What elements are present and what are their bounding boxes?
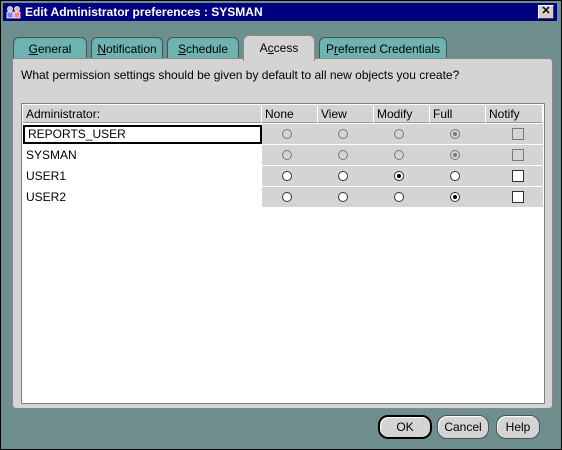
radio-view (338, 129, 348, 139)
table-row[interactable]: USER1 (22, 166, 543, 186)
access-tab-panel: What permission settings should be given… (12, 58, 553, 409)
administrator-name-cell[interactable]: SYSMAN (23, 146, 262, 165)
column-header-modify[interactable]: Modify (374, 105, 430, 123)
tab-preferred-credentials[interactable]: Preferred Credentials (319, 37, 447, 59)
radio-none[interactable] (282, 171, 292, 181)
administrator-name-cell[interactable]: USER1 (23, 167, 262, 186)
radio-modify (394, 150, 404, 160)
cancel-button[interactable]: Cancel (437, 415, 489, 439)
tab-access[interactable]: Access (243, 35, 315, 61)
tab-strip: General Notification Schedule Access Pre… (13, 35, 553, 61)
column-header-administrator[interactable]: Administrator: (23, 105, 262, 123)
radio-full (450, 150, 460, 160)
radio-view[interactable] (338, 192, 348, 202)
radio-modify (394, 129, 404, 139)
permission-options (262, 124, 543, 144)
table-row[interactable]: USER2 (22, 187, 543, 207)
close-icon[interactable]: ✕ (538, 5, 554, 19)
radio-full[interactable] (450, 192, 460, 202)
notify-checkbox[interactable] (512, 170, 524, 182)
title-bar[interactable]: Edit Administrator preferences : SYSMAN … (3, 3, 557, 21)
radio-selected-dot (453, 195, 457, 199)
column-header-view[interactable]: View (318, 105, 374, 123)
radio-none (282, 129, 292, 139)
administrator-name-cell[interactable]: REPORTS_USER (23, 125, 262, 144)
table-row[interactable]: REPORTS_USER (22, 124, 543, 144)
table-row[interactable]: SYSMAN (22, 145, 543, 165)
notify-checkbox (512, 149, 524, 161)
radio-view (338, 150, 348, 160)
permissions-table: Administrator: None View Modify Full Not… (21, 103, 545, 404)
column-header-none[interactable]: None (262, 105, 318, 123)
radio-modify[interactable] (394, 192, 404, 202)
radio-none[interactable] (282, 192, 292, 202)
radio-selected-dot (397, 174, 401, 178)
tab-notification[interactable]: Notification (91, 37, 163, 59)
radio-selected-dot (453, 153, 457, 157)
notify-checkbox[interactable] (512, 191, 524, 203)
ok-button[interactable]: OK (378, 415, 432, 439)
permission-options (262, 187, 543, 207)
permission-question: What permission settings should be given… (21, 68, 460, 82)
column-header-notify[interactable]: Notify (486, 105, 543, 123)
radio-modify[interactable] (394, 171, 404, 181)
radio-full (450, 129, 460, 139)
dialog-window: Edit Administrator preferences : SYSMAN … (0, 0, 562, 450)
administrator-app-icon (6, 5, 21, 19)
tab-schedule[interactable]: Schedule (167, 37, 239, 59)
help-button[interactable]: Help (496, 415, 540, 439)
permission-options (262, 166, 543, 186)
permission-options (262, 145, 543, 165)
radio-view[interactable] (338, 171, 348, 181)
tab-general[interactable]: General (13, 37, 87, 59)
column-header-full[interactable]: Full (430, 105, 486, 123)
radio-selected-dot (453, 132, 457, 136)
administrator-name-cell[interactable]: USER2 (23, 188, 262, 207)
window-title: Edit Administrator preferences : SYSMAN (25, 5, 263, 19)
notify-checkbox (512, 128, 524, 140)
radio-full[interactable] (450, 171, 460, 181)
radio-none (282, 150, 292, 160)
